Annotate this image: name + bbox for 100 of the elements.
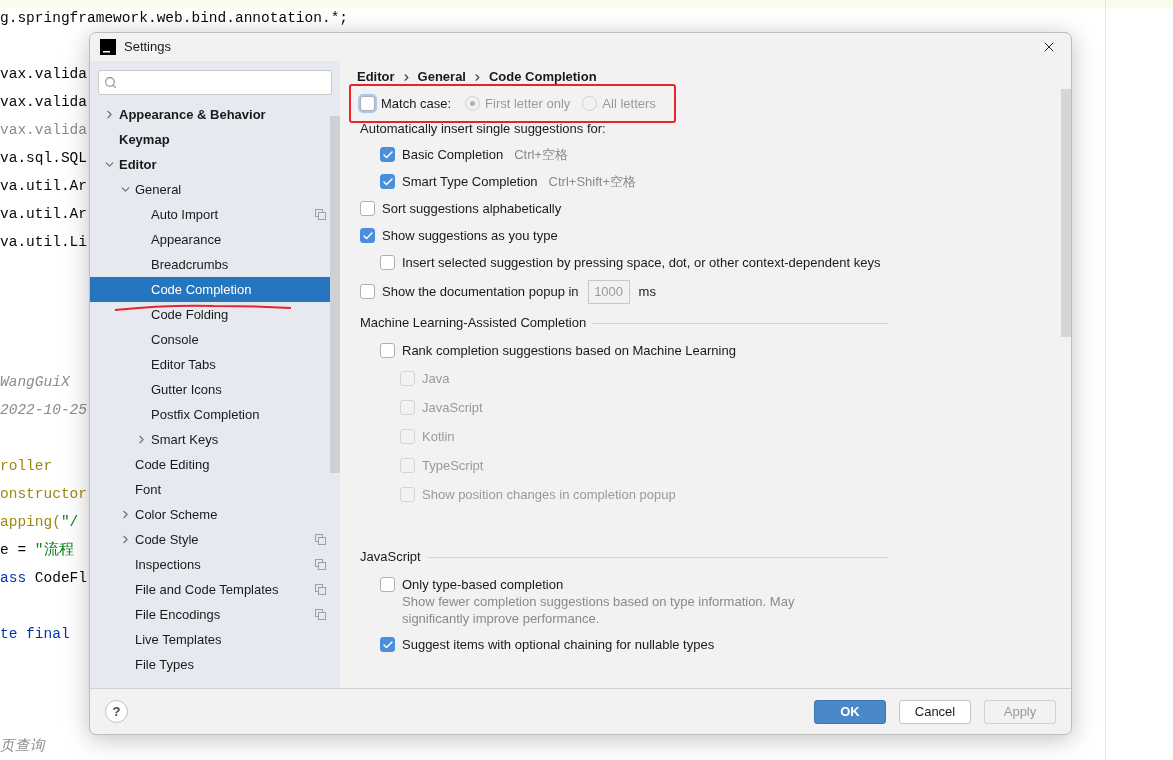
checkbox-label: Show suggestions as you type bbox=[382, 226, 558, 245]
tree-item-label: File Types bbox=[135, 655, 194, 674]
checkbox-label: Sort suggestions alphabetically bbox=[382, 199, 562, 218]
checkbox-label: Show the documentation popup in bbox=[382, 282, 579, 301]
code-line: apping("/ bbox=[0, 513, 79, 532]
checkbox-label: Basic Completion bbox=[402, 145, 504, 164]
radio-button[interactable] bbox=[582, 96, 598, 111]
checkbox[interactable] bbox=[380, 637, 395, 652]
tree-item-label: Console bbox=[151, 330, 199, 349]
tree-item[interactable]: Live Templates bbox=[90, 627, 330, 652]
code-line: e = "流程 bbox=[0, 540, 74, 560]
tree-item-label: Postfix Completion bbox=[151, 405, 260, 424]
checkbox-label: Insert selected suggestion by pressing space, dot, or other context-dependent keys bbox=[402, 253, 881, 272]
code-line: vax.valida bbox=[0, 93, 87, 112]
tree-item-label: Smart Keys bbox=[151, 430, 219, 449]
tree-item-label: Font bbox=[135, 480, 161, 499]
checkbox[interactable] bbox=[380, 577, 395, 592]
code-line: 页查询 bbox=[0, 737, 45, 756]
dialog-button[interactable]: Cancel bbox=[899, 699, 971, 724]
tree-item-label: File Encodings bbox=[135, 605, 221, 624]
group-label: Automatically insert single suggestions for: bbox=[360, 119, 606, 138]
checkbox[interactable] bbox=[380, 174, 395, 189]
radio-button[interactable] bbox=[465, 96, 481, 111]
code-line: va.util.Li bbox=[0, 233, 87, 252]
code-line: ass CodeFl bbox=[0, 569, 88, 588]
code-line: 2022-10-25 bbox=[0, 401, 87, 420]
tree-item[interactable]: Code Completion bbox=[90, 277, 330, 302]
search-icon bbox=[104, 76, 117, 89]
checkbox-label: Match case: bbox=[381, 94, 452, 113]
checkbox-label: JavaScript bbox=[422, 398, 483, 417]
checkbox[interactable] bbox=[360, 284, 375, 299]
tree-item-label: Editor bbox=[119, 155, 157, 174]
search-field[interactable] bbox=[98, 70, 332, 95]
tree-item[interactable]: Console bbox=[90, 327, 330, 352]
tree-item[interactable]: Code Style bbox=[90, 527, 330, 552]
shortcut-hint: Ctrl+空格 bbox=[514, 145, 568, 164]
tree-item[interactable]: Auto Import bbox=[90, 202, 330, 227]
breadcrumb[interactable]: Editor bbox=[357, 67, 395, 87]
window-title: Settings bbox=[124, 38, 171, 57]
unit-label: ms bbox=[638, 282, 656, 301]
tree-item[interactable]: Color Scheme bbox=[90, 502, 330, 527]
tree-item-label: Code Completion bbox=[151, 280, 252, 299]
checkbox[interactable] bbox=[360, 228, 375, 243]
code-line: va.util.Ar bbox=[0, 205, 87, 224]
checkbox-label: Java bbox=[422, 369, 450, 388]
code-line: onstructor bbox=[0, 485, 87, 504]
checkbox[interactable] bbox=[360, 96, 375, 111]
checkbox-label: Only type-based completion bbox=[402, 575, 564, 594]
breadcrumb[interactable]: Code Completion bbox=[489, 67, 597, 87]
tree-item[interactable]: Editor bbox=[90, 152, 330, 177]
tree-item[interactable]: Appearance & Behavior bbox=[90, 102, 330, 127]
tree-item[interactable]: File and Code Templates bbox=[90, 577, 330, 602]
code-line: vax.valida bbox=[0, 65, 87, 84]
tree-item-label: Inspections bbox=[135, 555, 201, 574]
checkbox-label: TypeScript bbox=[422, 456, 484, 475]
section-title: JavaScript bbox=[360, 548, 421, 567]
tree-item-label: Keymap bbox=[119, 130, 170, 149]
tree-item[interactable]: Gutter Icons bbox=[90, 377, 330, 402]
code-line: roller bbox=[0, 457, 53, 476]
radio-label: First letter only bbox=[485, 94, 571, 113]
tree-item-label: Gutter Icons bbox=[151, 380, 222, 399]
checkbox[interactable] bbox=[380, 147, 395, 162]
code-line: WangGuiX bbox=[0, 373, 70, 392]
tree-item[interactable]: File Types bbox=[90, 652, 330, 677]
tree-item[interactable]: File Encodings bbox=[90, 602, 330, 627]
tree-item-label: Code Style bbox=[135, 530, 199, 549]
code-line: va.sql.SQL bbox=[0, 149, 87, 168]
code-line: te final bbox=[0, 625, 70, 644]
tree-item[interactable]: Code Editing bbox=[90, 452, 330, 477]
checkbox-label: Rank completion suggestions based on Machine Learning bbox=[402, 341, 736, 360]
shortcut-hint: Ctrl+Shift+空格 bbox=[548, 172, 637, 191]
help-button[interactable]: ? bbox=[105, 700, 128, 723]
scrollbar-thumb[interactable] bbox=[1061, 89, 1071, 337]
tree-item[interactable]: General bbox=[90, 177, 330, 202]
radio-label: All letters bbox=[602, 94, 656, 113]
scrollbar-thumb[interactable] bbox=[330, 116, 340, 473]
checkbox[interactable] bbox=[380, 255, 395, 270]
tree-item[interactable]: Postfix Completion bbox=[90, 402, 330, 427]
breadcrumb[interactable]: General bbox=[417, 67, 466, 87]
tree-item[interactable]: Editor Tabs bbox=[90, 352, 330, 377]
tree-item[interactable]: Inspections bbox=[90, 552, 330, 577]
tree-item[interactable]: Code Folding bbox=[90, 302, 330, 327]
tree-item[interactable]: Smart Keys bbox=[90, 427, 330, 452]
tree-item-label: Appearance & Behavior bbox=[119, 105, 266, 124]
tree-item-label: Appearance bbox=[151, 230, 222, 249]
checkbox[interactable] bbox=[380, 343, 395, 358]
option-description: Show fewer completion suggestions based on type information. May significantly improve performance. bbox=[402, 593, 796, 627]
tree-item[interactable]: Appearance bbox=[90, 227, 330, 252]
tree-item-label: File and Code Templates bbox=[135, 580, 279, 599]
tree-item[interactable]: Breadcrumbs bbox=[90, 252, 330, 277]
dialog-button[interactable]: OK bbox=[814, 699, 886, 724]
tree-item[interactable]: Font bbox=[90, 477, 330, 502]
tree-item-label: Editor Tabs bbox=[151, 355, 216, 374]
code-line: va.util.Ar bbox=[0, 177, 87, 196]
tree-item[interactable]: Keymap bbox=[90, 127, 330, 152]
checkbox-label: Kotlin bbox=[422, 427, 455, 446]
checkbox-label: Smart Type Completion bbox=[402, 172, 538, 191]
tree-item-label: Color Scheme bbox=[135, 505, 218, 524]
checkbox[interactable] bbox=[360, 201, 375, 216]
app-logo-icon bbox=[100, 39, 116, 55]
